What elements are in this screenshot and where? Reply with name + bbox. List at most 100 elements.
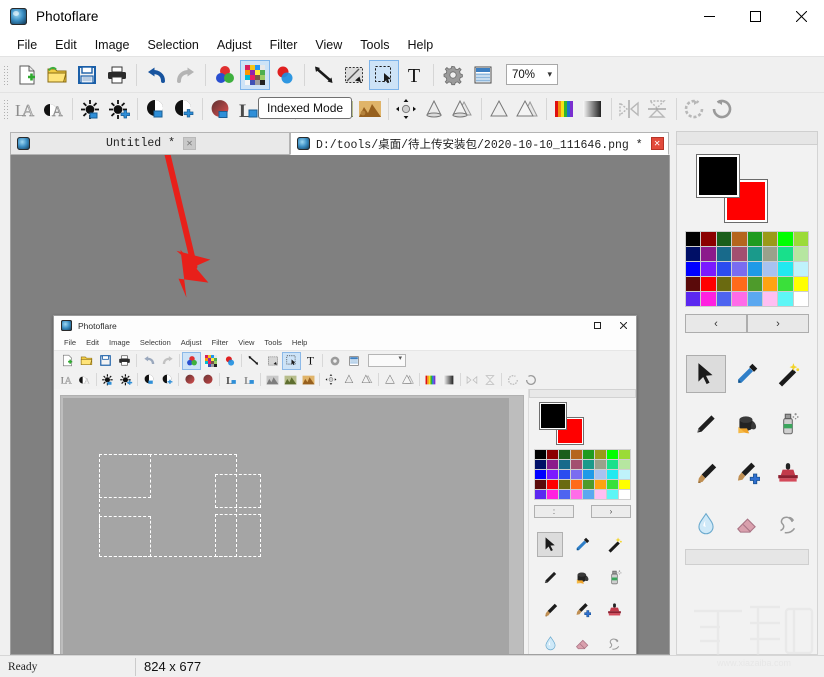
palette-swatch[interactable] (701, 262, 716, 276)
triangles-icon[interactable] (514, 96, 542, 123)
palette-swatch[interactable] (716, 292, 732, 306)
palette-swatch[interactable] (747, 247, 762, 261)
palette-swatch[interactable] (732, 232, 747, 246)
palette-swatch[interactable] (762, 277, 778, 291)
paintbrush-tool[interactable] (686, 455, 726, 493)
tab-untitled-close-icon[interactable]: ✕ (183, 137, 196, 150)
landscape-sepia-icon[interactable] (356, 96, 384, 123)
menu-filter[interactable]: Filter (261, 36, 307, 54)
color-mode-button[interactable] (210, 60, 240, 90)
magic-wand-tool[interactable] (768, 355, 808, 393)
palette-swatch[interactable] (686, 292, 701, 306)
open-file-button[interactable] (42, 60, 72, 90)
spray-can-tool[interactable] (768, 405, 808, 443)
palette-swatch[interactable] (793, 232, 808, 246)
triangle-icon[interactable] (486, 96, 514, 123)
cones-icon[interactable] (449, 96, 477, 123)
palette-swatch[interactable] (686, 247, 701, 261)
palette-swatch[interactable] (793, 292, 808, 306)
palette-swatch[interactable] (778, 277, 793, 291)
palette-swatch[interactable] (747, 292, 762, 306)
color-palette[interactable] (685, 231, 809, 307)
tab-png-document-close-icon[interactable]: ✕ (650, 137, 664, 150)
flip-v-icon[interactable] (644, 96, 672, 123)
paint-bucket-tool[interactable] (727, 405, 767, 443)
canvas-viewport[interactable]: Photoflare File Edit Image Selection Adj… (10, 155, 670, 655)
palette-swatch[interactable] (747, 277, 762, 291)
palette-swatch[interactable] (732, 247, 747, 261)
menu-image[interactable]: Image (86, 36, 139, 54)
rect-select-button[interactable] (369, 59, 399, 90)
toolbar-grip[interactable] (2, 63, 9, 86)
scatter-dots-icon[interactable] (393, 96, 421, 123)
foreground-color-swatch[interactable] (697, 155, 739, 197)
toolbar-grip-2[interactable] (2, 98, 9, 120)
palette-swatch[interactable] (762, 247, 778, 261)
redo-button[interactable] (171, 60, 201, 90)
menu-adjust[interactable]: Adjust (208, 36, 261, 54)
stamp-tool[interactable] (768, 455, 808, 493)
rotate-cw-icon[interactable] (709, 96, 737, 123)
palette-swatch[interactable] (793, 277, 808, 291)
maximize-button[interactable] (732, 0, 778, 33)
resize-button[interactable] (309, 60, 339, 90)
smudge-tool[interactable] (768, 505, 808, 543)
new-document-button[interactable] (12, 60, 42, 90)
sun-icon[interactable] (77, 96, 105, 123)
palette-swatch[interactable] (747, 262, 762, 276)
rotate-ccw-icon[interactable] (681, 96, 709, 123)
cone-icon[interactable] (421, 96, 449, 123)
sun-plus-icon[interactable] (105, 96, 133, 123)
minimize-button[interactable] (686, 0, 732, 33)
palette-swatch[interactable] (732, 292, 747, 306)
menu-help[interactable]: Help (398, 36, 442, 54)
gear-icon[interactable] (438, 60, 468, 90)
pointer-tool[interactable] (685, 355, 726, 393)
A-circle-icon[interactable]: A (40, 96, 68, 123)
palette-swatch[interactable] (716, 247, 732, 261)
pencil-tool[interactable] (686, 405, 726, 443)
palette-swatch[interactable] (747, 232, 762, 246)
palette-swatch[interactable] (778, 232, 793, 246)
palette-swatch[interactable] (778, 292, 793, 306)
menu-tools[interactable]: Tools (351, 36, 398, 54)
gradient-bar-icon[interactable] (579, 96, 607, 123)
palette-swatch[interactable] (701, 247, 716, 261)
save-file-button[interactable] (72, 60, 102, 90)
print-button[interactable] (102, 60, 132, 90)
palette-swatch[interactable] (762, 232, 778, 246)
sphere-icon[interactable] (207, 96, 235, 123)
blur-tool[interactable] (686, 505, 726, 543)
LA-letters-icon[interactable]: LA (12, 96, 40, 123)
menu-view[interactable]: View (306, 36, 351, 54)
color-balance-button[interactable] (270, 60, 300, 90)
eraser-tool[interactable] (727, 505, 767, 543)
rainbow-bar-icon[interactable] (551, 96, 579, 123)
flip-h-icon[interactable] (616, 96, 644, 123)
palette-swatch[interactable] (701, 277, 716, 291)
menu-selection[interactable]: Selection (138, 36, 207, 54)
close-button[interactable] (778, 0, 824, 33)
palette-swatch[interactable] (701, 232, 716, 246)
dock-header[interactable] (676, 131, 818, 145)
palette-prev-button[interactable]: ‹ (685, 314, 747, 333)
palette-swatch[interactable] (716, 262, 732, 276)
zoom-level-select[interactable]: 70% ▾ (506, 64, 558, 85)
text-tool-button[interactable]: T (399, 60, 429, 90)
palette-swatch[interactable] (686, 232, 701, 246)
layers-button[interactable] (468, 60, 498, 90)
palette-swatch[interactable] (762, 262, 778, 276)
tab-untitled[interactable]: Untitled * ✕ (10, 132, 290, 155)
palette-swatch[interactable] (732, 262, 747, 276)
palette-swatch[interactable] (778, 262, 793, 276)
palette-swatch[interactable] (686, 262, 701, 276)
undo-button[interactable] (141, 60, 171, 90)
half-circle-plus-icon[interactable] (170, 96, 198, 123)
palette-swatch[interactable] (716, 232, 732, 246)
palette-swatch[interactable] (732, 277, 747, 291)
palette-swatch[interactable] (716, 277, 732, 291)
tab-png-document[interactable]: D:/tools/桌面/待上传安装包/2020-10-10_111646.png… (290, 132, 669, 155)
menu-file[interactable]: File (8, 36, 46, 54)
menu-edit[interactable]: Edit (46, 36, 86, 54)
palette-swatch[interactable] (793, 247, 808, 261)
